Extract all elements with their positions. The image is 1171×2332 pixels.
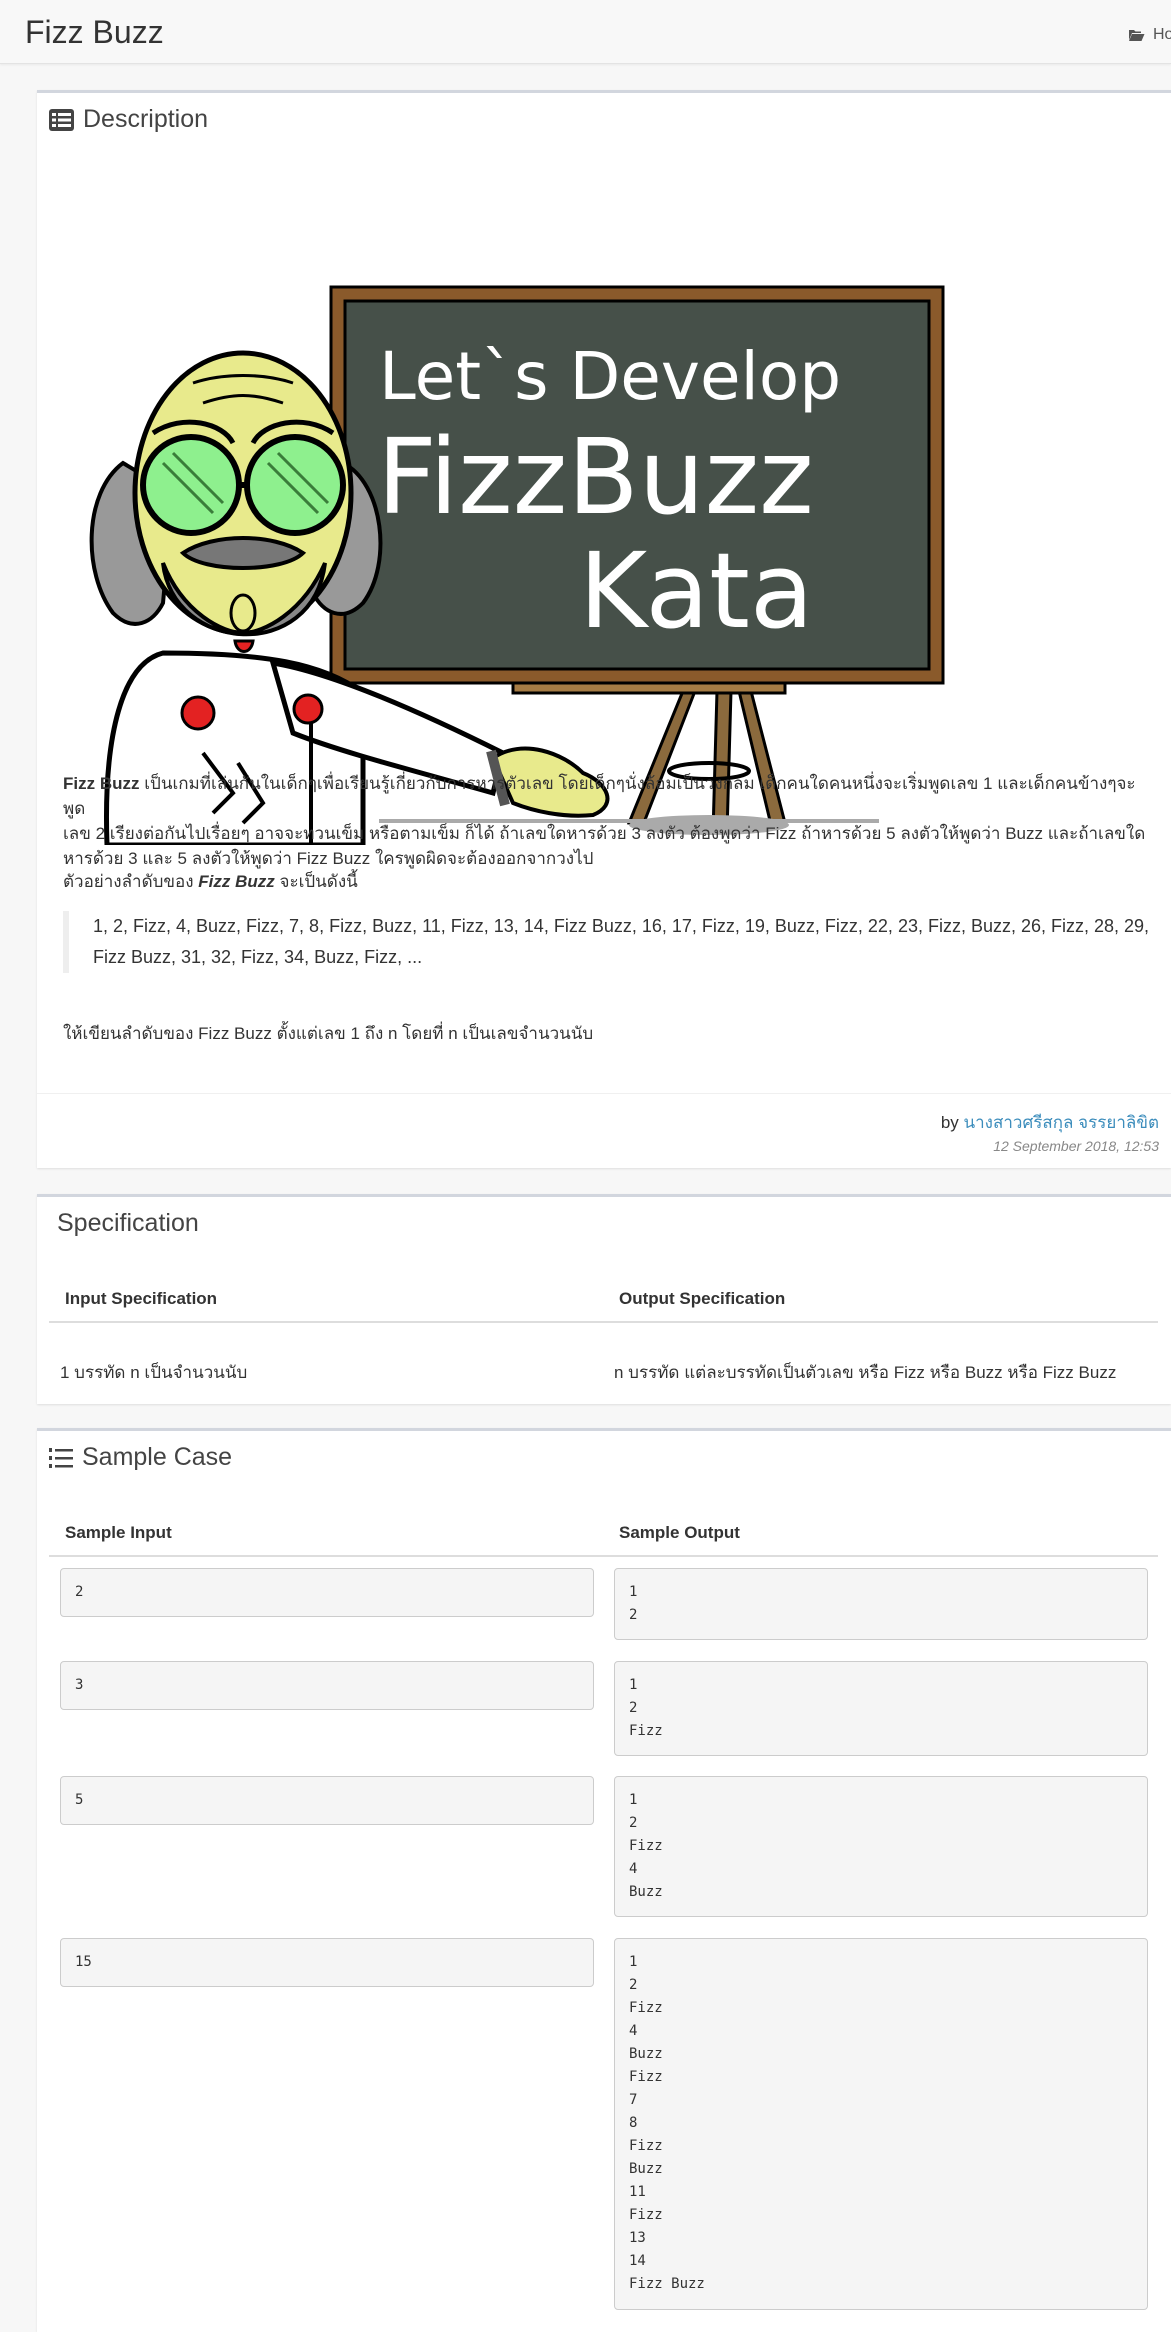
- intro-line-2: เลข 2 เรียงต่อกันไปเรื่อยๆ อาจจะทวนเข็ม …: [63, 824, 1146, 843]
- sample-input-header: Sample Input: [65, 1523, 172, 1542]
- sample-output-1: 1 2: [614, 1568, 1148, 1640]
- example-em: Fizz Buzz: [198, 872, 275, 891]
- intro-line-1: Fizz Buzz เป็นเกมที่เล่นกันในเด็กๆเพื่อเ…: [63, 771, 1153, 821]
- spec-header-divider: [49, 1321, 1158, 1323]
- sample-case-heading: Sample Case: [49, 1443, 232, 1472]
- banner-line-3: Kata: [579, 530, 814, 652]
- example-suffix: จะเป็นดังนี้: [274, 872, 358, 891]
- example-prefix: ตัวอย่างลำดับของ: [63, 872, 199, 891]
- author-link[interactable]: นางสาวศรีสกุล จรรยาลิขิต: [964, 1113, 1159, 1132]
- top-bar: Fizz Buzz Ho: [0, 0, 1171, 64]
- fizzbuzz-kata-banner: Let`s Develop FizzBuzz Kata: [89, 285, 945, 845]
- sample-output-2: 1 2 Fizz: [614, 1661, 1148, 1756]
- sample-output-header: Sample Output: [619, 1523, 740, 1542]
- post-date: 12 September 2018, 12:53: [993, 1138, 1159, 1154]
- sequence-line-1: 1, 2, Fizz, 4, Buzz, Fizz, 7, 8, Fizz, B…: [93, 916, 1150, 936]
- sample-input-4: 15: [60, 1938, 594, 1987]
- intro-bold: Fizz Buzz: [63, 774, 140, 793]
- sample-case-heading-label: Sample Case: [82, 1443, 233, 1471]
- sequence-blockquote: 1, 2, Fizz, 4, Buzz, Fizz, 7, 8, Fizz, B…: [63, 911, 1163, 973]
- sample-header-divider: [49, 1555, 1158, 1557]
- sample-input-2: 3: [60, 1661, 594, 1710]
- banner-line-1: Let`s Develop: [379, 338, 841, 415]
- list-ol-icon: [49, 1447, 73, 1468]
- sample-input-1: 2: [60, 1568, 594, 1617]
- input-spec-text: 1 บรรทัด n เป็นจำนวนนับ: [60, 1363, 248, 1382]
- intro-line-3: หารด้วย 3 และ 5 ลงตัวให้พูดว่า Fizz Buzz…: [63, 849, 594, 868]
- sample-output-4: 1 2 Fizz 4 Buzz Fizz 7 8 Fizz Buzz 11 Fi…: [614, 1938, 1148, 2310]
- chalkboard: Let`s Develop FizzBuzz Kata: [329, 285, 945, 685]
- output-spec-header: Output Specification: [619, 1289, 786, 1308]
- specification-panel: Specification Input Specification Output…: [37, 1194, 1171, 1404]
- specification-heading: Specification: [57, 1209, 199, 1238]
- description-heading: Description: [49, 105, 208, 134]
- home-breadcrumb-label: Ho: [1153, 26, 1171, 43]
- banner-line-2: FizzBuzz: [377, 416, 814, 538]
- specification-heading-label: Specification: [57, 1209, 199, 1237]
- description-footer-divider: [37, 1093, 1171, 1094]
- by-label: by: [940, 1113, 964, 1132]
- input-spec-header: Input Specification: [65, 1289, 218, 1308]
- intro-line-1-text: เป็นเกมที่เล่นกันในเด็กๆเพื่อเรียนรู้เกี…: [63, 774, 1136, 818]
- author-line: by นางสาวศรีสกุล จรรยาลิขิต: [941, 1109, 1159, 1136]
- sequence-line-2: Fizz Buzz, 31, 32, Fizz, 34, Buzz, Fizz,…: [93, 947, 423, 967]
- folder-open-icon: [1129, 30, 1145, 41]
- sample-case-panel: Sample Case Sample Input Sample Output 2…: [37, 1428, 1171, 2332]
- example-intro: ตัวอย่างลำดับของ Fizz Buzz จะเป็นดังนี้: [63, 869, 1153, 894]
- sample-input-3: 5: [60, 1776, 594, 1825]
- output-spec-text: n บรรทัด แต่ละบรรทัดเป็นตัวเลข หรือ Fizz…: [614, 1363, 1117, 1382]
- description-panel: Description Let`s Develop FizzBuzz Kata: [37, 90, 1171, 1168]
- home-breadcrumb[interactable]: Ho: [1128, 26, 1171, 44]
- task-text: ให้เขียนลำดับของ Fizz Buzz ตั้งแต่เลข 1 …: [63, 1024, 594, 1043]
- sample-output-3: 1 2 Fizz 4 Buzz: [614, 1776, 1148, 1917]
- description-heading-label: Description: [83, 105, 209, 133]
- page-title: Fizz Buzz: [25, 14, 164, 50]
- intro-paragraph: Fizz Buzz เป็นเกมที่เล่นกันในเด็กๆเพื่อเ…: [63, 771, 1153, 871]
- list-alt-icon: [49, 108, 74, 131]
